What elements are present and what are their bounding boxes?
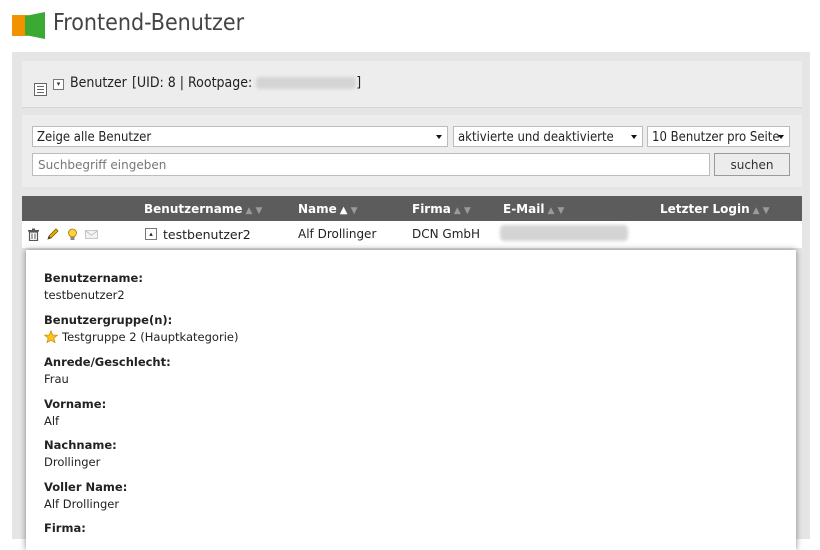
detail-value: Alf bbox=[44, 414, 60, 428]
cell-company: DCN GmbH bbox=[412, 227, 481, 241]
group-name: Testgruppe 2 (Hauptkategorie) bbox=[62, 330, 239, 344]
chevron-down-icon bbox=[631, 135, 637, 139]
page-title: Frontend-Benutzer bbox=[53, 10, 245, 36]
col-label: Firma bbox=[412, 202, 451, 216]
filter-bar: Zeige alle Benutzer aktivierte und deakt… bbox=[22, 115, 802, 187]
trash-icon[interactable] bbox=[27, 228, 40, 241]
context-menu-icon[interactable]: ▾ bbox=[53, 79, 64, 90]
detail-value: Drollinger bbox=[44, 455, 101, 469]
search-button[interactable]: suchen bbox=[714, 153, 790, 176]
chevron-down-icon bbox=[778, 135, 784, 139]
detail-value-group: Testgruppe 2 (Hauptkategorie) bbox=[44, 330, 238, 344]
sort-icon[interactable]: ▲ ▼ bbox=[753, 206, 770, 216]
mail-icon[interactable] bbox=[85, 228, 98, 241]
detail-label: Benutzergruppe(n): bbox=[44, 313, 173, 327]
cell-username: testbenutzer2 bbox=[163, 227, 251, 242]
col-label: Name bbox=[298, 202, 337, 216]
detail-label: Anrede/Geschlecht: bbox=[44, 355, 171, 369]
detail-field: Benutzername: testbenutzer2 bbox=[44, 271, 143, 302]
detail-field: Nachname: Drollinger bbox=[44, 438, 117, 469]
uid-close: ] bbox=[356, 75, 362, 91]
detail-label: Voller Name: bbox=[44, 480, 128, 494]
user-detail-panel: Benutzername: testbenutzer2 Benutzergrup… bbox=[26, 250, 796, 550]
lightbulb-icon[interactable] bbox=[66, 228, 79, 241]
sort-icon[interactable]: ▲ ▼ bbox=[245, 206, 262, 216]
table-header: Benutzername ▲ ▼ Name ▲ ▼ Firma ▲ ▼ E-Mail ▲… bbox=[22, 196, 802, 221]
col-letzter-login[interactable]: Letzter Login ▲ ▼ bbox=[660, 202, 770, 216]
col-label: E-Mail bbox=[503, 202, 545, 216]
expand-toggle-icon[interactable]: ▴ bbox=[145, 228, 157, 240]
col-label: Letzter Login bbox=[660, 202, 750, 216]
col-label: Benutzername bbox=[144, 202, 243, 216]
detail-field: Voller Name: Alf Drollinger bbox=[44, 480, 127, 511]
detail-field: Anrede/Geschlecht: Frau bbox=[44, 355, 171, 386]
col-firma[interactable]: Firma ▲ ▼ bbox=[412, 202, 471, 216]
per-page-value: 10 Benutzer pro Seite bbox=[652, 130, 780, 145]
status-filter-select[interactable]: aktivierte und deaktivierte bbox=[453, 126, 643, 147]
col-name[interactable]: Name ▲ ▼ bbox=[298, 202, 358, 216]
col-email[interactable]: E-Mail ▲ ▼ bbox=[503, 202, 564, 216]
list-view-icon[interactable] bbox=[34, 83, 47, 96]
detail-label: Vorname: bbox=[44, 397, 107, 411]
detail-field: Benutzergruppe(n): Testgruppe 2 (Hauptka… bbox=[44, 313, 238, 344]
chevron-down-icon bbox=[436, 135, 442, 139]
col-benutzername[interactable]: Benutzername ▲ ▼ bbox=[144, 202, 262, 216]
detail-value: testbenutzer2 bbox=[44, 288, 125, 302]
user-filter-select[interactable]: Zeige alle Benutzer bbox=[32, 126, 448, 147]
sort-icon[interactable]: ▲ ▼ bbox=[340, 205, 358, 216]
detail-label: Nachname: bbox=[44, 438, 117, 452]
table-row[interactable]: ▴ testbenutzer2 Alf Drollinger DCN GmbH bbox=[22, 221, 802, 248]
detail-field: Vorname: Alf bbox=[44, 397, 106, 428]
module-label: Benutzer bbox=[70, 75, 127, 91]
detail-label: Benutzername: bbox=[44, 271, 143, 285]
detail-value: Frau bbox=[44, 372, 69, 386]
edit-pencil-icon[interactable] bbox=[46, 228, 59, 241]
rootpage-redacted bbox=[256, 77, 357, 89]
detail-label: Firma: bbox=[44, 521, 86, 535]
user-filter-value: Zeige alle Benutzer bbox=[37, 130, 152, 145]
cell-email-redacted bbox=[500, 225, 628, 241]
cell-name: Alf Drollinger bbox=[298, 227, 377, 241]
search-input[interactable] bbox=[32, 153, 710, 176]
app-logo bbox=[12, 12, 46, 39]
module-header: ▾ Benutzer [UID: 8 | Rootpage: ] bbox=[22, 61, 802, 108]
uid-text: [UID: 8 | Rootpage: bbox=[132, 75, 253, 91]
sort-icon[interactable]: ▲ ▼ bbox=[547, 206, 564, 216]
star-icon bbox=[44, 330, 58, 344]
per-page-select[interactable]: 10 Benutzer pro Seite bbox=[647, 126, 790, 147]
sort-icon[interactable]: ▲ ▼ bbox=[454, 206, 471, 216]
detail-field: Firma: bbox=[44, 521, 86, 538]
detail-value: Alf Drollinger bbox=[44, 497, 120, 511]
status-filter-value: aktivierte und deaktivierte bbox=[458, 130, 614, 145]
uid-info: [UID: 8 | Rootpage: ] bbox=[132, 75, 361, 91]
